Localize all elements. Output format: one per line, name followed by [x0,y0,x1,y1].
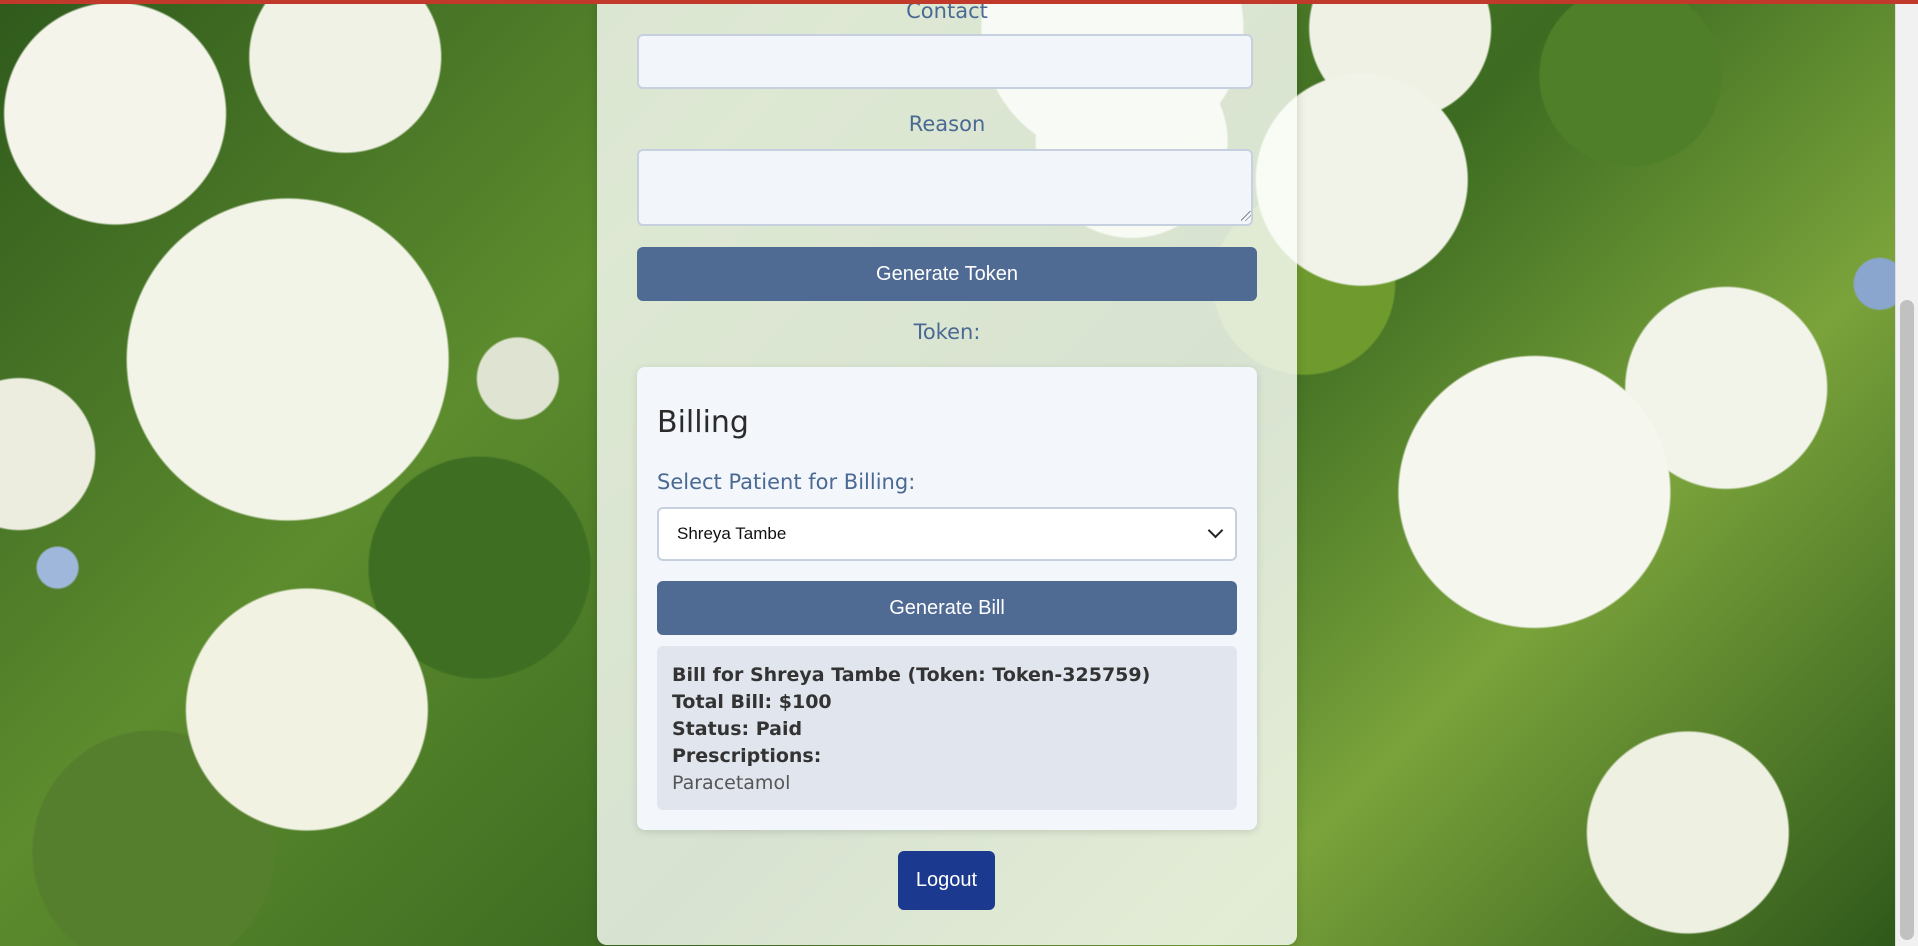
page-viewport: Contact Reason Generate Token Token: Bil… [0,0,1918,946]
generate-bill-button[interactable]: Generate Bill [657,581,1237,635]
scrollbar[interactable] [1895,0,1918,946]
bill-header: Bill for Shreya Tambe (Token: Token-3257… [672,664,1151,686]
generate-token-button[interactable]: Generate Token [637,247,1257,301]
patient-select[interactable]: Shreya Tambe [657,507,1237,561]
top-accent-bar [0,0,1918,4]
reason-label: Reason [908,112,986,136]
billing-title: Billing [657,405,749,440]
scrollbar-thumb[interactable] [1900,300,1914,940]
contact-input[interactable] [637,34,1253,89]
prescription-item: Paracetamol [672,772,791,794]
bill-details: Bill for Shreya Tambe (Token: Token-3257… [657,646,1237,810]
select-patient-label: Select Patient for Billing: [657,470,916,494]
bill-status: Status: Paid [672,718,803,740]
prescriptions-label: Prescriptions: [672,745,822,767]
bill-total: Total Bill: $100 [672,691,832,713]
chevron-down-icon [1207,522,1224,539]
patient-select-value: Shreya Tambe [677,524,787,543]
token-label: Token: [913,320,981,344]
resize-grip-icon[interactable] [1241,211,1251,221]
logout-button[interactable]: Logout [898,851,995,910]
reason-textarea[interactable] [637,149,1253,226]
